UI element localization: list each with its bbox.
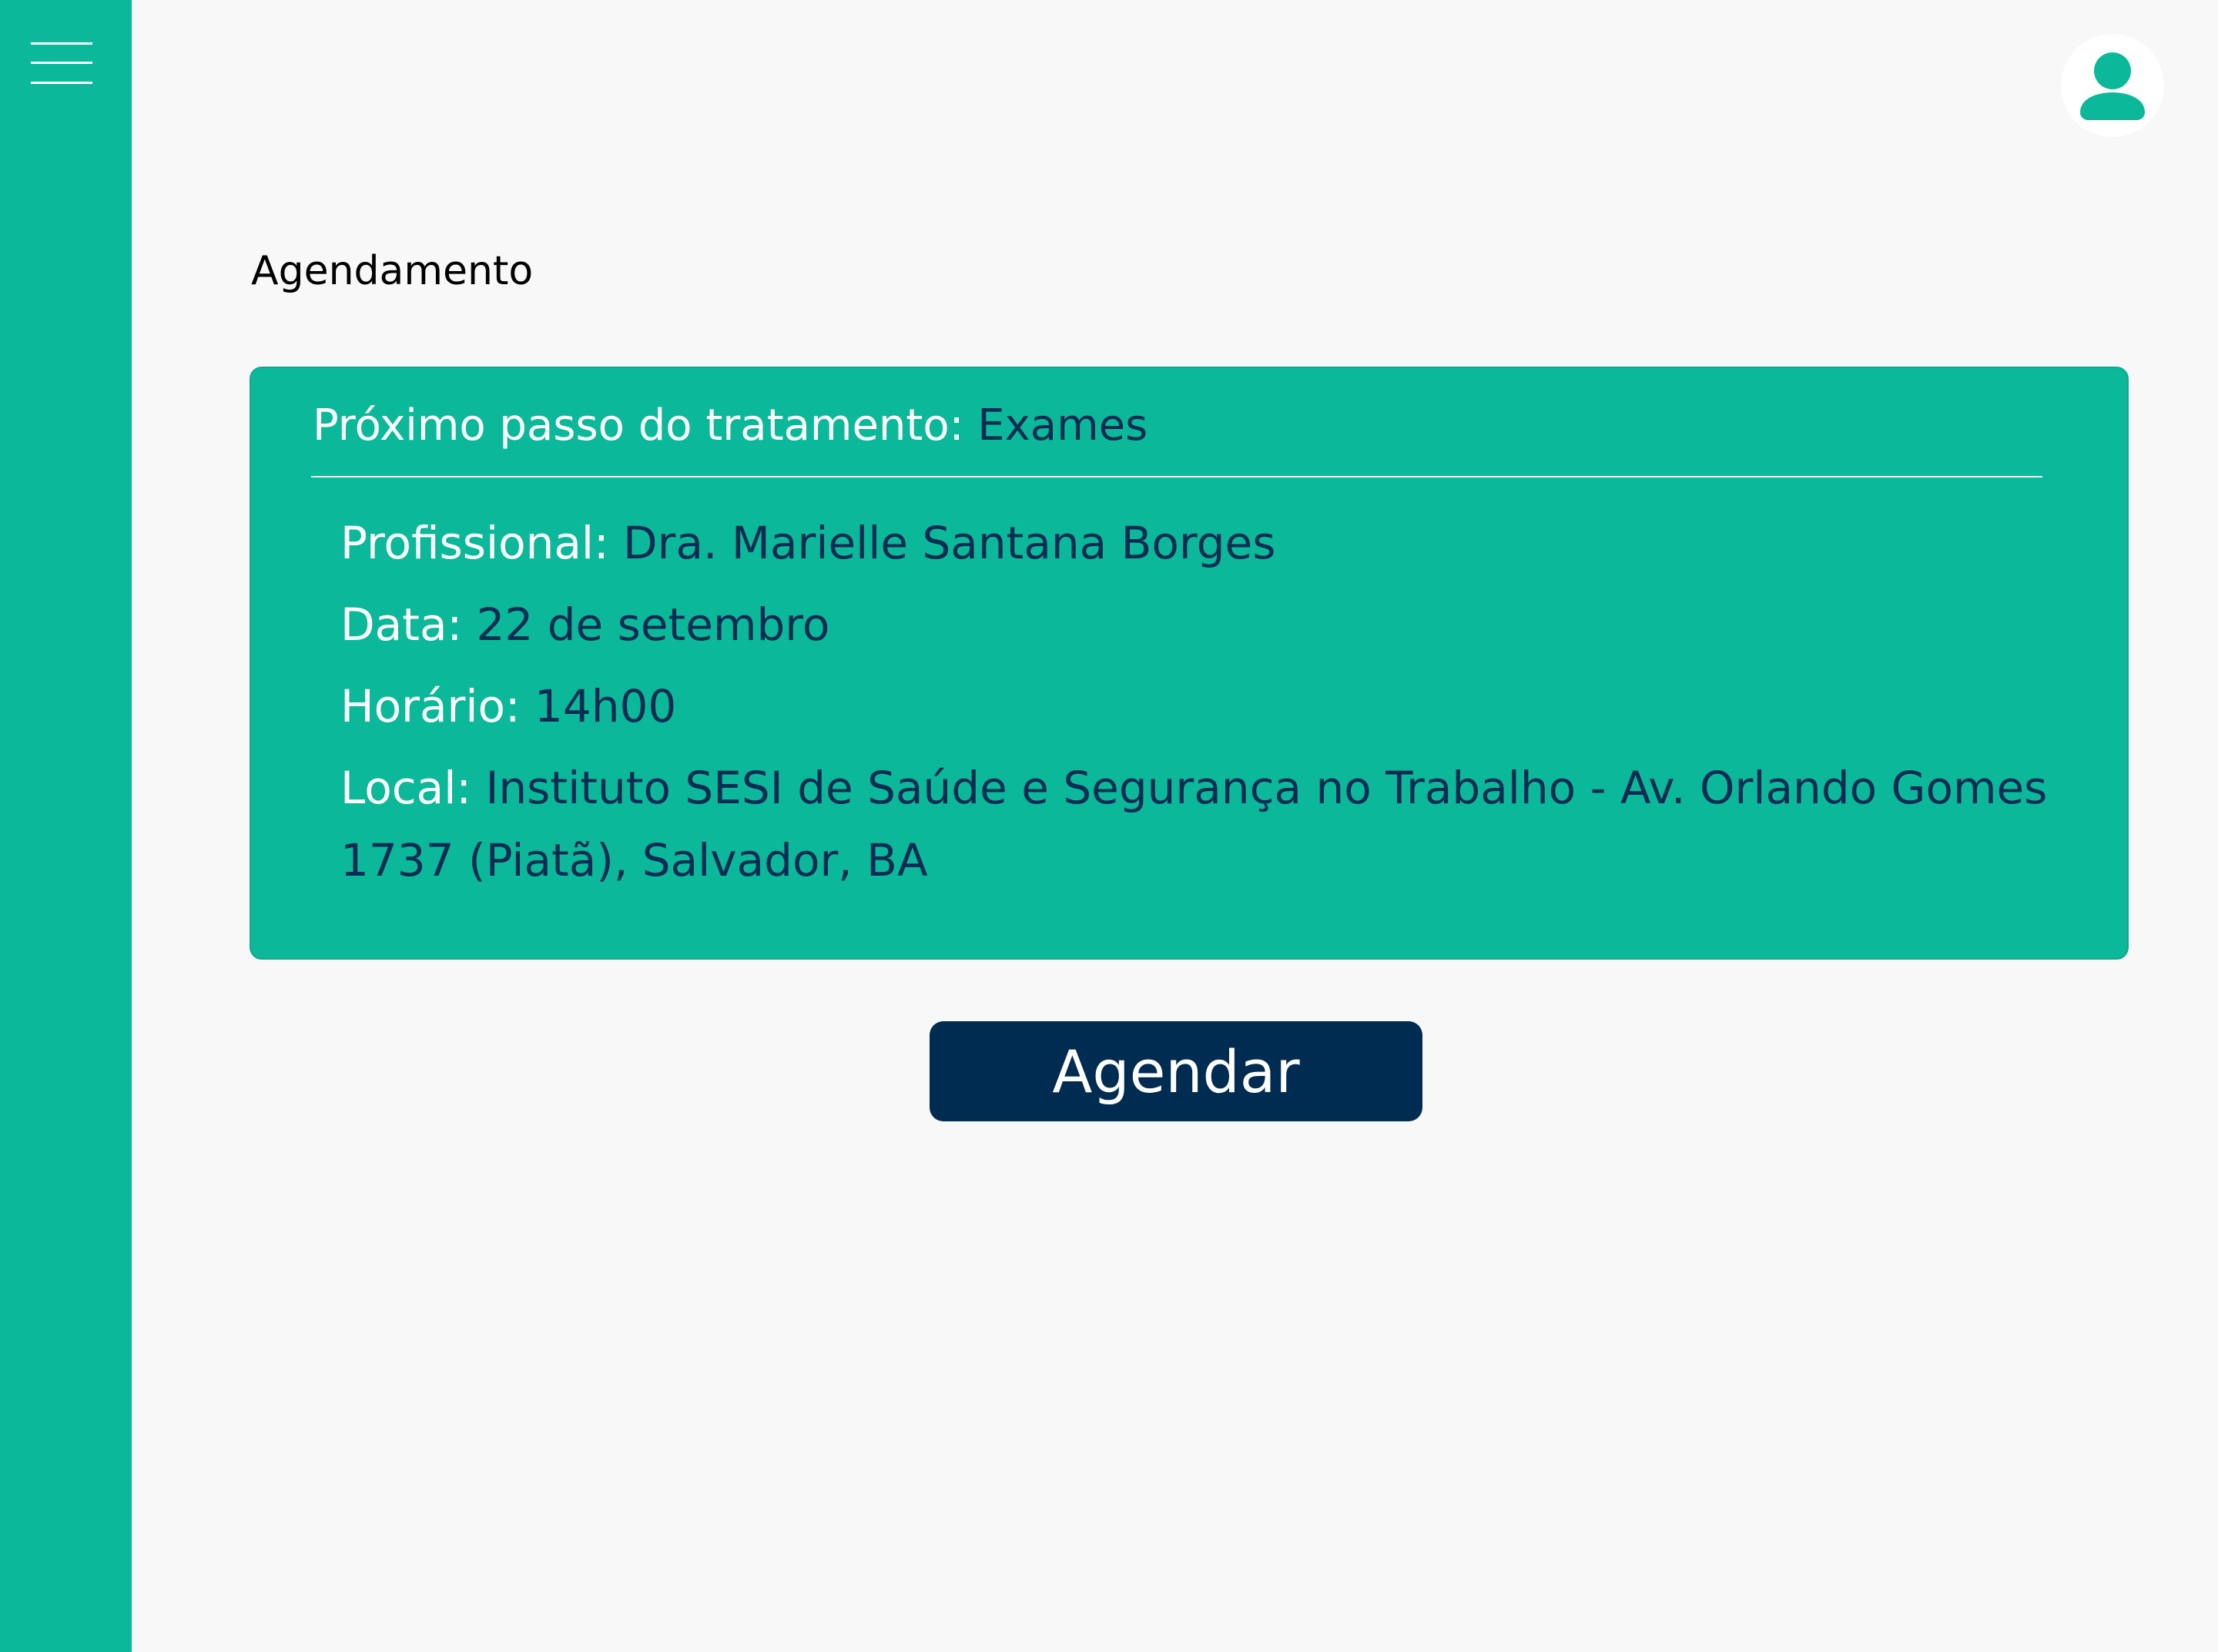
sidebar	[0, 0, 132, 1652]
next-step-value: Exames	[977, 400, 1148, 451]
appointment-details: Profissional: Dra. Marielle Santana Borg…	[340, 507, 2066, 906]
user-avatar-button[interactable]	[2061, 34, 2164, 137]
schedule-button[interactable]: Agendar	[930, 1021, 1422, 1121]
date-label: Data:	[340, 598, 463, 651]
professional-row: Profissional: Dra. Marielle Santana Borg…	[340, 507, 2066, 579]
date-value: 22 de setembro	[476, 598, 830, 651]
date-row: Data: 22 de setembro	[340, 588, 2066, 661]
hamburger-menu-icon[interactable]	[31, 40, 92, 86]
professional-value: Dra. Marielle Santana Borges	[622, 517, 1276, 569]
menu-line	[31, 82, 92, 84]
next-step-label: Próximo passo do tratamento:	[313, 400, 964, 451]
time-row: Horário: 14h00	[340, 670, 2066, 742]
location-label: Local:	[340, 762, 471, 814]
user-icon	[2080, 52, 2145, 120]
menu-line	[31, 62, 92, 64]
page-title: Agendamento	[251, 248, 534, 294]
next-step-header: Próximo passo do tratamento: Exames	[313, 400, 1148, 451]
location-value: Instituto SESI de Saúde e Segurança no T…	[340, 762, 2048, 886]
card-divider	[311, 476, 2042, 478]
professional-label: Profissional:	[340, 517, 609, 569]
time-value: 14h00	[534, 680, 677, 732]
appointment-card: Próximo passo do tratamento: Exames Prof…	[250, 367, 2129, 960]
location-row: Local: Instituto SESI de Saúde e Seguran…	[340, 752, 2066, 896]
time-label: Horário:	[340, 680, 521, 732]
menu-line	[31, 42, 92, 45]
